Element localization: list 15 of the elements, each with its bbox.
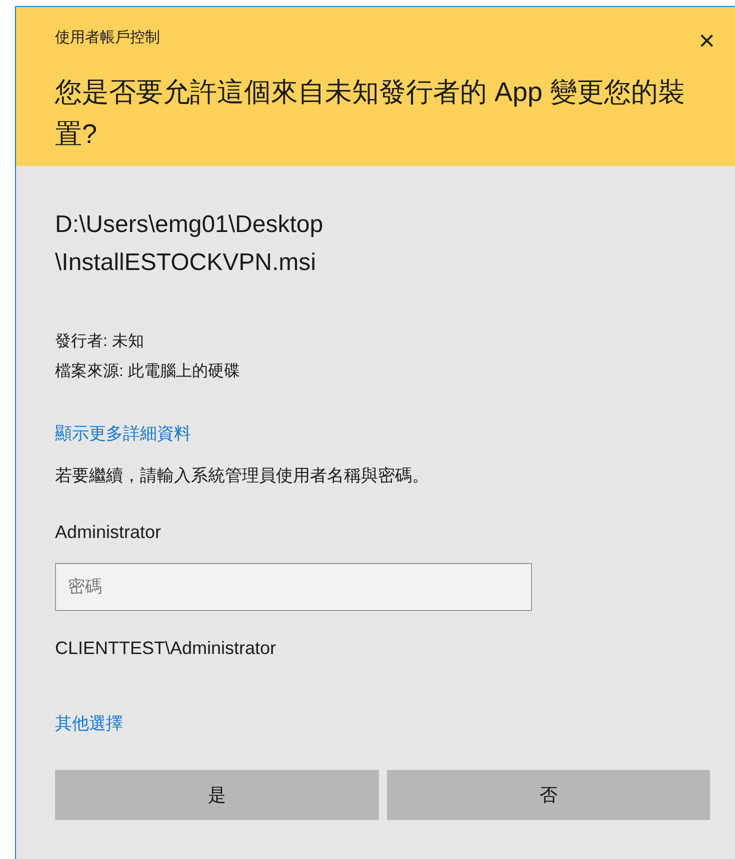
detail-text: 檔案來源: 此電腦上的硬碟: [55, 361, 240, 382]
show-details-link[interactable]: 顯示更多詳細資料: [55, 424, 191, 443]
dialog-question: 您是否要允許這個來自未知發行者的 App 變更您的裝置?: [55, 76, 686, 151]
window-title: 使用者帳戶控制: [55, 28, 160, 48]
user-name: Administrator: [55, 521, 162, 544]
yes-button[interactable]: 是: [55, 770, 378, 820]
no-button[interactable]: 否: [386, 770, 710, 820]
file-path: \InstallESTOCKVPN.msi: [55, 248, 316, 278]
password-field[interactable]: 密碼: [55, 563, 532, 611]
file-path: D:\Users\emg01\Desktop: [55, 210, 324, 240]
more-choices-link[interactable]: 其他選擇: [55, 714, 123, 733]
detail-text: 發行者: 未知: [55, 332, 144, 352]
close-button[interactable]: ×: [698, 27, 715, 55]
domain-user: CLIENTTEST\Administrator: [55, 637, 276, 660]
instruction-text: 若要繼續，請輸入系統管理員使用者名稱與密碼。: [55, 465, 429, 487]
